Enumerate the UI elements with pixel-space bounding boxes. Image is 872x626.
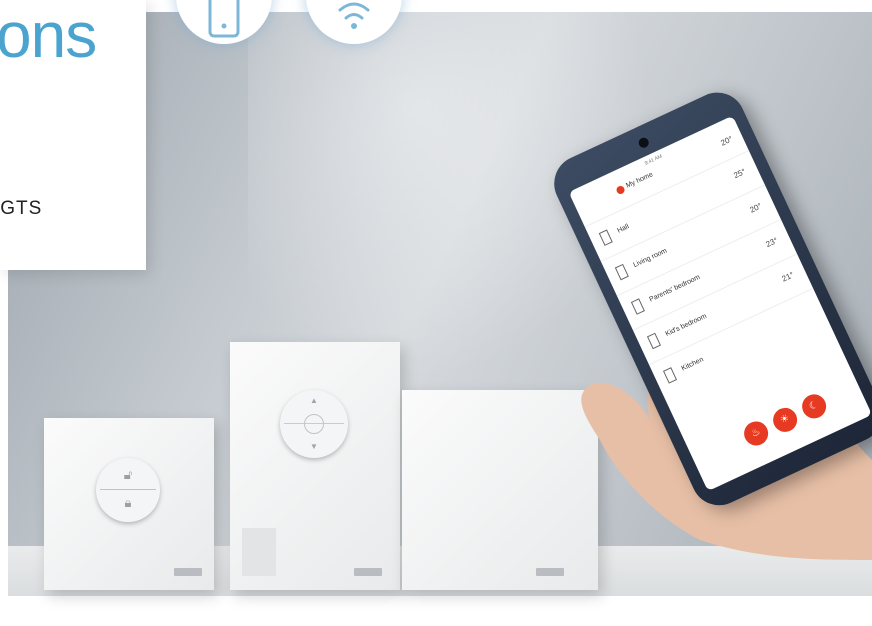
home-indicator-icon [615, 184, 626, 196]
card-subtitle: IGTS [0, 198, 43, 219]
room-name: Hall [616, 223, 631, 235]
room-temperature: 25° [732, 166, 748, 181]
room-name: Kitchen [680, 356, 705, 373]
smartphone-bubble [176, 0, 272, 44]
moon-icon[interactable]: ☾ [798, 390, 831, 423]
room-temperature: 21° [780, 270, 796, 284]
room-temperature: 20° [748, 201, 764, 215]
hero-scene: 🔓︎ 🔒︎ ▲ ▼ 9:41 AM My home 20° Hall 25° L… [0, 0, 872, 626]
room-name: Living room [632, 247, 669, 270]
door-icon [646, 332, 662, 350]
wifi-bubble [306, 0, 402, 44]
wifi-icon [338, 2, 370, 29]
door-icon [614, 263, 629, 281]
smartphone-icon [208, 0, 240, 38]
home-temperature: 20° [719, 134, 735, 148]
room-name: Kid's bedroom [664, 312, 708, 338]
sun-icon[interactable]: ☀ [769, 403, 802, 436]
door-icon [598, 229, 613, 246]
headline-card: ons IGTS [0, 0, 146, 270]
card-title: ons [0, 0, 97, 71]
door-icon [662, 367, 678, 384]
room-temperature: 23° [764, 235, 780, 250]
door-icon [630, 298, 645, 315]
room-name: Parents' bedroom [648, 273, 702, 304]
flame-icon[interactable]: ♨ [740, 417, 773, 450]
